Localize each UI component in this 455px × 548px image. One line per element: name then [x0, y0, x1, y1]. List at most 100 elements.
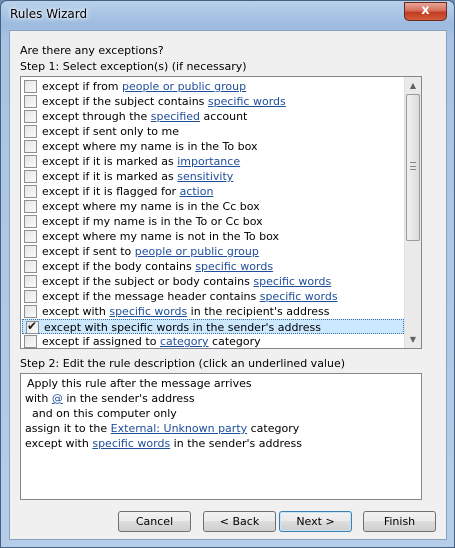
- rules-wizard-window: Rules Wizard x Are there any exceptions?…: [0, 0, 455, 548]
- exception-item[interactable]: except if assigned to category category: [21, 334, 405, 348]
- description-line: with @ in the sender's address: [25, 392, 195, 405]
- scroll-down-arrow-icon[interactable]: ▼: [405, 331, 421, 348]
- description-text-suffix: in the sender's address: [170, 437, 302, 450]
- exception-checkbox[interactable]: [24, 185, 37, 198]
- exception-value-link[interactable]: importance: [177, 155, 240, 168]
- exception-item[interactable]: except if sent to people or public group: [21, 244, 405, 259]
- exception-checkbox[interactable]: [24, 170, 37, 183]
- exception-item[interactable]: except with specific words in the recipi…: [21, 304, 405, 319]
- exceptions-list[interactable]: except if from people or public group exc…: [20, 76, 422, 349]
- exception-item[interactable]: except if the subject or body contains s…: [21, 274, 405, 289]
- step1-label: Step 1: Select exception(s) (if necessar…: [20, 60, 247, 73]
- exception-value-link[interactable]: specific words: [208, 95, 286, 108]
- exception-value-link[interactable]: people or public group: [122, 80, 246, 93]
- exception-checkbox[interactable]: [24, 80, 37, 93]
- scroll-grip-icon: [410, 162, 416, 170]
- exception-checkbox[interactable]: [24, 200, 37, 213]
- exception-text: except through the specified account: [42, 110, 247, 123]
- exception-checkbox[interactable]: [24, 215, 37, 228]
- exception-item[interactable]: except if the body contains specific wor…: [21, 259, 405, 274]
- description-value-link[interactable]: @: [52, 392, 63, 405]
- exception-item[interactable]: except where my name is in the To box: [21, 139, 405, 154]
- exception-checkbox[interactable]: [24, 245, 37, 258]
- exception-text: except if it is flagged for action: [42, 185, 213, 198]
- exception-text: except if the subject or body contains s…: [42, 275, 331, 288]
- checked-checkbox[interactable]: [26, 319, 39, 334]
- exception-item[interactable]: except if it is flagged for action: [21, 184, 405, 199]
- exception-text: except if the body contains specific wor…: [42, 260, 273, 273]
- cancel-button[interactable]: Cancel: [118, 511, 191, 532]
- exception-checkbox[interactable]: [24, 155, 37, 168]
- exception-value-link[interactable]: people or public group: [135, 245, 259, 258]
- description-text: Apply this rule after the message arrive…: [27, 377, 252, 390]
- scroll-thumb[interactable]: [406, 94, 420, 241]
- exception-text-prefix: except where my name is in the To box: [42, 140, 258, 153]
- exception-item[interactable]: except if it is marked as sensitivity: [21, 169, 405, 184]
- exception-item[interactable]: except if sent only to me: [21, 124, 405, 139]
- exception-text-prefix: except if assigned to: [42, 335, 160, 348]
- exception-value-link[interactable]: specific words: [109, 305, 187, 318]
- exception-item[interactable]: except if from people or public group: [21, 79, 405, 94]
- exception-item[interactable]: except if the subject contains specific …: [21, 94, 405, 109]
- exception-text: except with specific words in the recipi…: [42, 305, 329, 318]
- close-button[interactable]: x: [404, 2, 447, 21]
- exception-text: except if sent only to me: [42, 125, 179, 138]
- rule-description-box: Apply this rule after the message arrive…: [20, 373, 422, 500]
- exception-text: except if it is marked as sensitivity: [42, 170, 233, 183]
- exception-checkbox[interactable]: [24, 290, 37, 303]
- exception-checkbox[interactable]: [24, 110, 37, 123]
- exception-value-link[interactable]: specific words: [195, 260, 273, 273]
- description-value-link[interactable]: External: Unknown party: [111, 422, 247, 435]
- description-text-suffix: in the sender's address: [62, 392, 195, 405]
- exception-value-link[interactable]: category: [160, 335, 209, 348]
- finish-button[interactable]: Finish: [363, 511, 436, 532]
- exception-value-link[interactable]: sensitivity: [177, 170, 233, 183]
- exception-text: except where my name is in the Cc box: [42, 200, 260, 213]
- exception-value-link[interactable]: specific words: [253, 275, 331, 288]
- exception-checkbox[interactable]: [24, 260, 37, 273]
- exception-value-link[interactable]: specified: [151, 110, 200, 123]
- description-line: and on this computer only: [25, 407, 177, 420]
- exception-checkbox[interactable]: [24, 335, 37, 348]
- exception-text-prefix: except if from: [42, 80, 123, 93]
- exception-text-prefix: except if it is marked as: [42, 155, 178, 168]
- exception-text: except if it is marked as importance: [42, 155, 240, 168]
- exception-text: except if the subject contains specific …: [42, 95, 286, 108]
- exceptions-scrollbar[interactable]: ▲ ▼: [404, 77, 421, 348]
- exception-checkbox[interactable]: [24, 230, 37, 243]
- exception-text-prefix: except if my name is in the To or Cc box: [42, 215, 263, 228]
- description-line: assign it to the External: Unknown party…: [25, 422, 299, 435]
- exception-text-prefix: except if it is flagged for: [42, 185, 180, 198]
- exception-text: except if from people or public group: [42, 80, 246, 93]
- exception-checkbox[interactable]: [24, 95, 37, 108]
- exception-text-prefix: except through the: [42, 110, 151, 123]
- exception-text: except if the message header contains sp…: [42, 290, 338, 303]
- back-button[interactable]: < Back: [203, 511, 276, 532]
- exception-checkbox[interactable]: [24, 140, 37, 153]
- exception-item[interactable]: except if it is marked as importance: [21, 154, 405, 169]
- exception-item[interactable]: except if the message header contains sp…: [21, 289, 405, 304]
- exception-checkbox[interactable]: [24, 305, 37, 318]
- exception-text: except if sent to people or public group: [42, 245, 259, 258]
- description-text: assign it to the: [25, 422, 111, 435]
- exception-text-suffix: in the recipient's address: [187, 305, 330, 318]
- description-text: and on this computer only: [25, 407, 177, 420]
- exception-text-prefix: except where my name is in the Cc box: [42, 200, 260, 213]
- exception-item[interactable]: except where my name is not in the To bo…: [21, 229, 405, 244]
- exception-text-prefix: except where my name is not in the To bo…: [42, 230, 280, 243]
- exception-item[interactable]: except through the specified account: [21, 109, 405, 124]
- exception-item[interactable]: except if my name is in the To or Cc box: [21, 214, 405, 229]
- scroll-up-arrow-icon[interactable]: ▲: [405, 77, 421, 94]
- exception-value-link[interactable]: specific words: [260, 290, 338, 303]
- exception-value-link[interactable]: action: [180, 185, 214, 198]
- exception-checkbox[interactable]: [24, 275, 37, 288]
- exception-text-prefix: except if sent only to me: [42, 125, 179, 138]
- title-bar[interactable]: Rules Wizard x: [1, 1, 454, 29]
- exception-text: except where my name is not in the To bo…: [42, 230, 279, 243]
- exception-item[interactable]: except where my name is in the Cc box: [21, 199, 405, 214]
- next-button[interactable]: Next >: [279, 511, 352, 532]
- exception-text: except with specific words in the sender…: [44, 321, 321, 334]
- exception-item[interactable]: except with specific words in the sender…: [22, 319, 404, 334]
- exception-checkbox[interactable]: [24, 125, 37, 138]
- description-value-link[interactable]: specific words: [92, 437, 170, 450]
